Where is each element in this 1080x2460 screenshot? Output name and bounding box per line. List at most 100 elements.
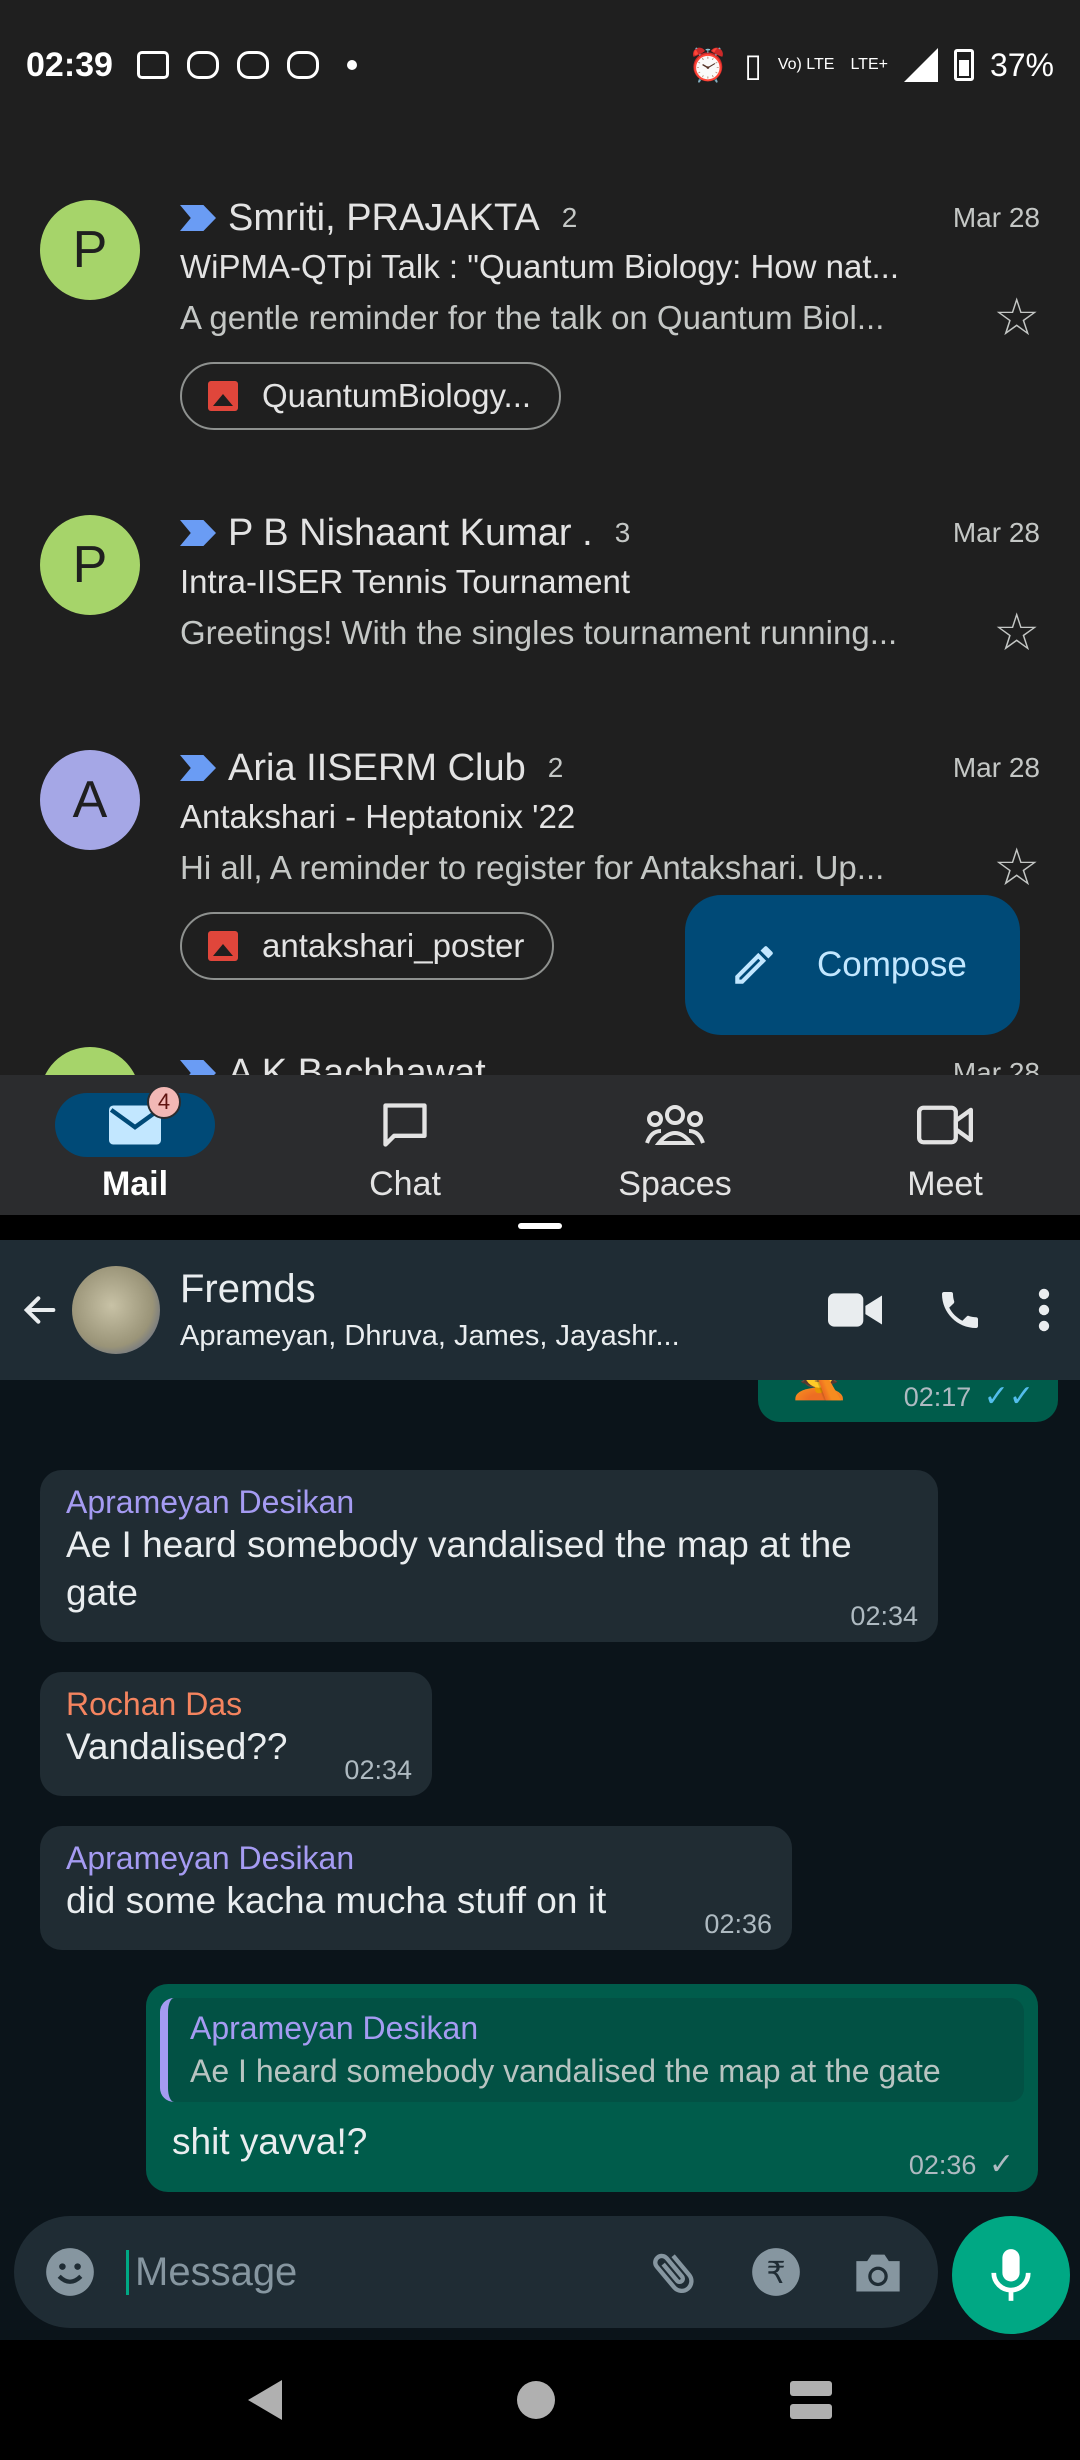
- discord-icon: [186, 51, 219, 79]
- alarm-icon: ⏰: [688, 47, 729, 83]
- camera-icon[interactable]: [852, 2248, 904, 2296]
- message-time: 02:36: [908, 2150, 977, 2180]
- microphone-icon: [991, 2249, 1031, 2301]
- important-marker-icon[interactable]: [180, 755, 216, 781]
- image-file-icon: [208, 381, 238, 411]
- email-row[interactable]: A A K Bachhawat Mar 28: [0, 1035, 1080, 1075]
- message-input-box[interactable]: Message ₹: [14, 2216, 938, 2328]
- group-info[interactable]: Fremds Aprameyan, Dhruva, James, Jayashr…: [180, 1267, 740, 1353]
- status-time: 02:39: [26, 45, 113, 84]
- discord-icon: [236, 51, 269, 79]
- star-icon[interactable]: ☆: [993, 292, 1040, 344]
- message-bubble-outgoing[interactable]: Aprameyan Desikan Ae I heard somebody va…: [146, 1984, 1038, 2192]
- payment-rupee-icon[interactable]: ₹: [750, 2246, 802, 2298]
- message-bubble-incoming[interactable]: Aprameyan Desikan did some kacha mucha s…: [40, 1826, 792, 1950]
- read-receipt-icon: ✓✓: [983, 1380, 1034, 1413]
- nav-spaces[interactable]: Spaces: [540, 1075, 810, 1215]
- message-time: 02:17: [903, 1382, 972, 1412]
- message-bubble-outgoing[interactable]: 🤦 02:17 ✓✓: [758, 1380, 1058, 1422]
- message-time: 02:34: [344, 1755, 412, 1785]
- nav-meet-label: Meet: [907, 1165, 983, 1203]
- email-subject: Intra-IISER Tennis Tournament: [180, 563, 631, 600]
- group-avatar[interactable]: [72, 1266, 160, 1354]
- attach-paperclip-icon[interactable]: [648, 2246, 700, 2298]
- gmail-bottom-nav: 4 Mail Chat Spaces Meet: [0, 1075, 1080, 1215]
- system-split-screen-icon[interactable]: [790, 2381, 833, 2419]
- sender-avatar[interactable]: P: [40, 515, 140, 615]
- svg-text:₹: ₹: [766, 2256, 785, 2291]
- video-call-icon[interactable]: [828, 1291, 882, 1329]
- unread-badge: 4: [147, 1085, 181, 1119]
- message-bubble-incoming[interactable]: Rochan Das Vandalised?? 02:34: [40, 1672, 432, 1796]
- email-snippet: A gentle reminder for the talk on Quantu…: [180, 299, 885, 336]
- compose-label: Compose: [817, 945, 967, 984]
- email-snippet: Greetings! With the singles tournament r…: [180, 614, 898, 651]
- important-marker-icon[interactable]: [180, 520, 216, 546]
- message-input[interactable]: Message: [126, 2249, 297, 2295]
- notification-icons: [136, 51, 357, 79]
- people-icon: [645, 1105, 705, 1145]
- sender-avatar[interactable]: P: [40, 200, 140, 300]
- video-camera-icon: [917, 1105, 973, 1145]
- email-snippet: Hi all, A reminder to register for Antak…: [180, 849, 885, 886]
- nav-chat[interactable]: Chat: [270, 1075, 540, 1215]
- message-author: Aprameyan Desikan: [66, 1484, 355, 1520]
- voice-message-button[interactable]: [952, 2216, 1070, 2334]
- discord-icon: [286, 51, 319, 79]
- sender-avatar[interactable]: A: [40, 1047, 140, 1075]
- system-back-icon[interactable]: [247, 2380, 282, 2420]
- nav-mail[interactable]: 4 Mail: [0, 1075, 270, 1215]
- group-members: Aprameyan, Dhruva, James, Jayashr...: [180, 1320, 680, 1352]
- system-home-icon[interactable]: [516, 2381, 555, 2419]
- nav-spaces-label: Spaces: [618, 1165, 732, 1203]
- news-icon: [136, 51, 169, 79]
- thread-count: 3: [614, 517, 631, 548]
- sender-avatar[interactable]: A: [40, 750, 140, 850]
- facepalm-emoji: 🤦: [788, 1380, 850, 1403]
- vibrate-icon: ▯: [744, 47, 762, 83]
- quoted-message[interactable]: Aprameyan Desikan Ae I heard somebody va…: [160, 1998, 1024, 2102]
- star-icon[interactable]: ☆: [993, 607, 1040, 659]
- back-arrow-icon[interactable]: [18, 1290, 62, 1330]
- image-file-icon: [208, 931, 238, 961]
- important-marker-icon[interactable]: [180, 1060, 216, 1075]
- nav-chat-label: Chat: [369, 1165, 441, 1203]
- email-sender: Aria IISERM Club: [228, 746, 526, 789]
- compose-button[interactable]: Compose: [685, 895, 1020, 1035]
- message-time: 02:36: [704, 1909, 772, 1939]
- group-name: Fremds: [180, 1267, 316, 1311]
- message-text: Ae I heard somebody vandalised the map a…: [66, 1524, 852, 1613]
- message-text: shit yavva!?: [172, 2121, 368, 2162]
- quoted-text: Ae I heard somebody vandalised the map a…: [190, 2053, 941, 2089]
- attachment-chip[interactable]: QuantumBiology...: [180, 362, 562, 430]
- message-text: did some kacha mucha stuff on it: [66, 1880, 607, 1921]
- emoji-icon[interactable]: [44, 2246, 96, 2298]
- message-author: Aprameyan Desikan: [66, 1840, 355, 1876]
- attachment-chip[interactable]: antakshari_poster: [180, 912, 555, 980]
- important-marker-icon[interactable]: [180, 205, 216, 231]
- message-bubble-incoming[interactable]: Aprameyan Desikan Ae I heard somebody va…: [40, 1470, 938, 1642]
- more-options-icon[interactable]: [1038, 1288, 1050, 1332]
- gmail-inbox-list[interactable]: P Smriti, PRAJAKTA 2 Mar 28 WiPMA-QTpi T…: [0, 130, 1080, 1075]
- status-bar: 02:39 ⏰ ▯ Vo) LTE LTE+ 37%: [0, 0, 1080, 130]
- attachment-name: QuantumBiology...: [262, 377, 532, 414]
- email-date: Mar 28: [952, 1057, 1040, 1075]
- email-date: Mar 28: [952, 202, 1040, 233]
- message-time: 02:34: [850, 1601, 918, 1631]
- email-subject: WiPMA-QTpi Talk : "Quantum Biology: How …: [180, 248, 900, 285]
- nav-meet[interactable]: Meet: [810, 1075, 1080, 1215]
- divider-handle[interactable]: [518, 1223, 562, 1229]
- email-date: Mar 28: [952, 752, 1040, 783]
- thread-count: 2: [561, 202, 578, 233]
- email-date: Mar 28: [952, 517, 1040, 548]
- chat-icon: [383, 1103, 427, 1147]
- nav-mail-label: Mail: [101, 1165, 169, 1203]
- star-icon[interactable]: ☆: [993, 842, 1040, 894]
- phone-icon[interactable]: [936, 1286, 984, 1334]
- lte-indicator: LTE+: [850, 56, 888, 73]
- email-row[interactable]: P Smriti, PRAJAKTA 2 Mar 28 WiPMA-QTpi T…: [0, 160, 1080, 460]
- chat-messages[interactable]: 🤦 02:17 ✓✓ Aprameyan Desikan Ae I heard …: [0, 1380, 1080, 2340]
- split-screen-divider[interactable]: [0, 1215, 1080, 1240]
- email-row[interactable]: P P B Nishaant Kumar . 3 Mar 28 Intra-II…: [0, 485, 1080, 705]
- message-author: Rochan Das: [66, 1686, 243, 1722]
